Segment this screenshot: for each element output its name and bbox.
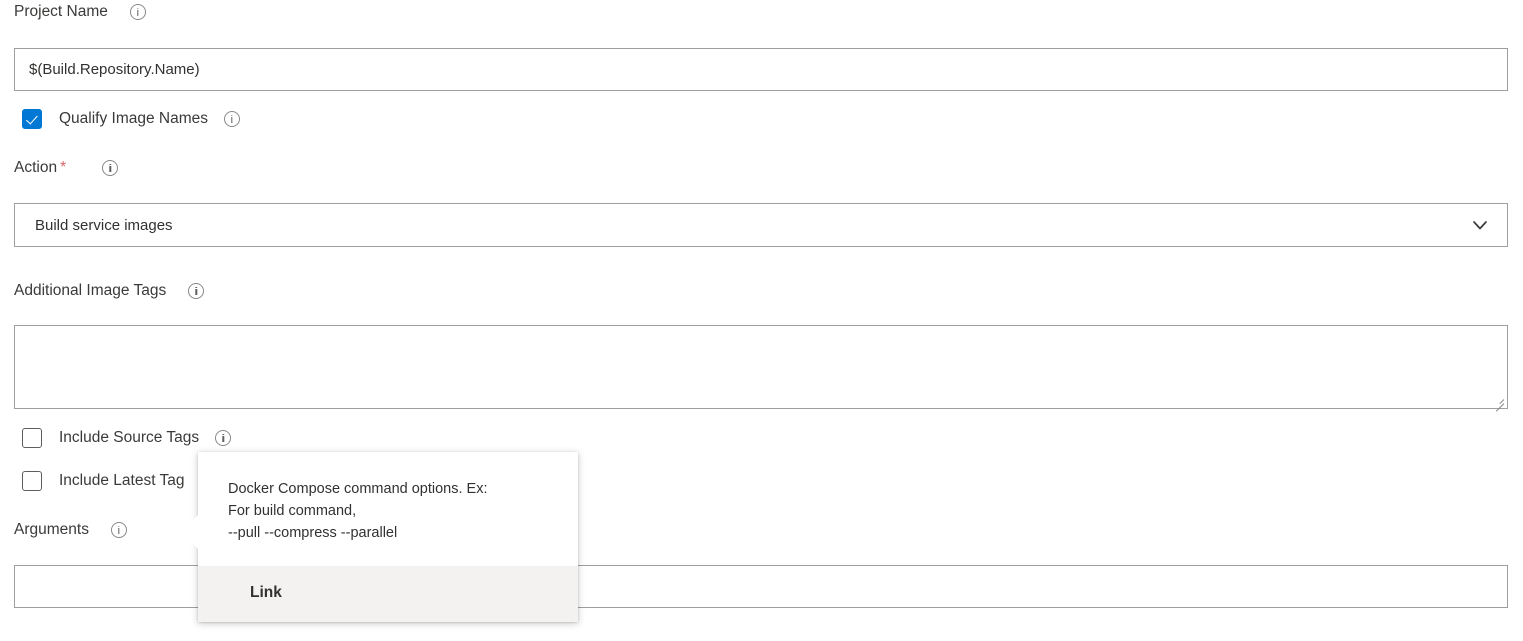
project-name-label-text: Project Name (14, 3, 108, 20)
include-source-tags-label: Include Source Tags (59, 429, 200, 446)
arguments-tooltip: Docker Compose command options. Ex: For … (198, 452, 578, 622)
arguments-label-text: Arguments (14, 521, 89, 538)
action-label-text: Action (14, 159, 58, 176)
action-dropdown[interactable]: Build service images (14, 203, 1508, 247)
action-label: Action * (14, 158, 119, 178)
include-source-tags-checkbox-row[interactable]: Include Source Tags (22, 428, 232, 448)
additional-image-tags-label: Additional Image Tags (14, 281, 205, 301)
tooltip-body: Docker Compose command options. Ex: For … (198, 452, 578, 566)
include-latest-tag-checkbox-row[interactable]: Include Latest Tag (22, 471, 217, 491)
qualify-image-names-label: Qualify Image Names (59, 110, 209, 127)
action-dropdown-value: Build service images (35, 216, 173, 234)
tooltip-line: For build command, (228, 503, 357, 519)
qualify-image-names-checkbox[interactable] (22, 109, 42, 129)
include-latest-tag-label: Include Latest Tag (59, 472, 185, 489)
info-icon[interactable] (224, 111, 241, 127)
chevron-down-icon (1473, 221, 1487, 230)
tooltip-link[interactable]: Link (198, 566, 578, 622)
arguments-info-icon[interactable] (110, 522, 127, 538)
info-icon[interactable] (188, 283, 205, 299)
task-configuration-form: Project Name Qualify Image Names Action … (0, 0, 1523, 641)
project-name-input[interactable] (14, 48, 1508, 91)
include-source-tags-checkbox[interactable] (22, 428, 42, 448)
arguments-label: Arguments (14, 520, 127, 540)
include-latest-tag-checkbox[interactable] (22, 471, 42, 491)
additional-image-tags-textarea[interactable] (14, 325, 1508, 409)
qualify-image-names-checkbox-row[interactable]: Qualify Image Names (22, 109, 241, 129)
info-icon[interactable] (102, 160, 119, 176)
info-icon[interactable] (129, 4, 146, 20)
tooltip-line: Docker Compose command options. Ex: (228, 481, 488, 497)
info-icon[interactable] (215, 430, 232, 446)
tooltip-line: --pull --compress --parallel (228, 525, 398, 541)
required-marker: * (60, 159, 67, 176)
additional-image-tags-label-text: Additional Image Tags (14, 282, 167, 299)
project-name-label: Project Name (14, 2, 146, 22)
